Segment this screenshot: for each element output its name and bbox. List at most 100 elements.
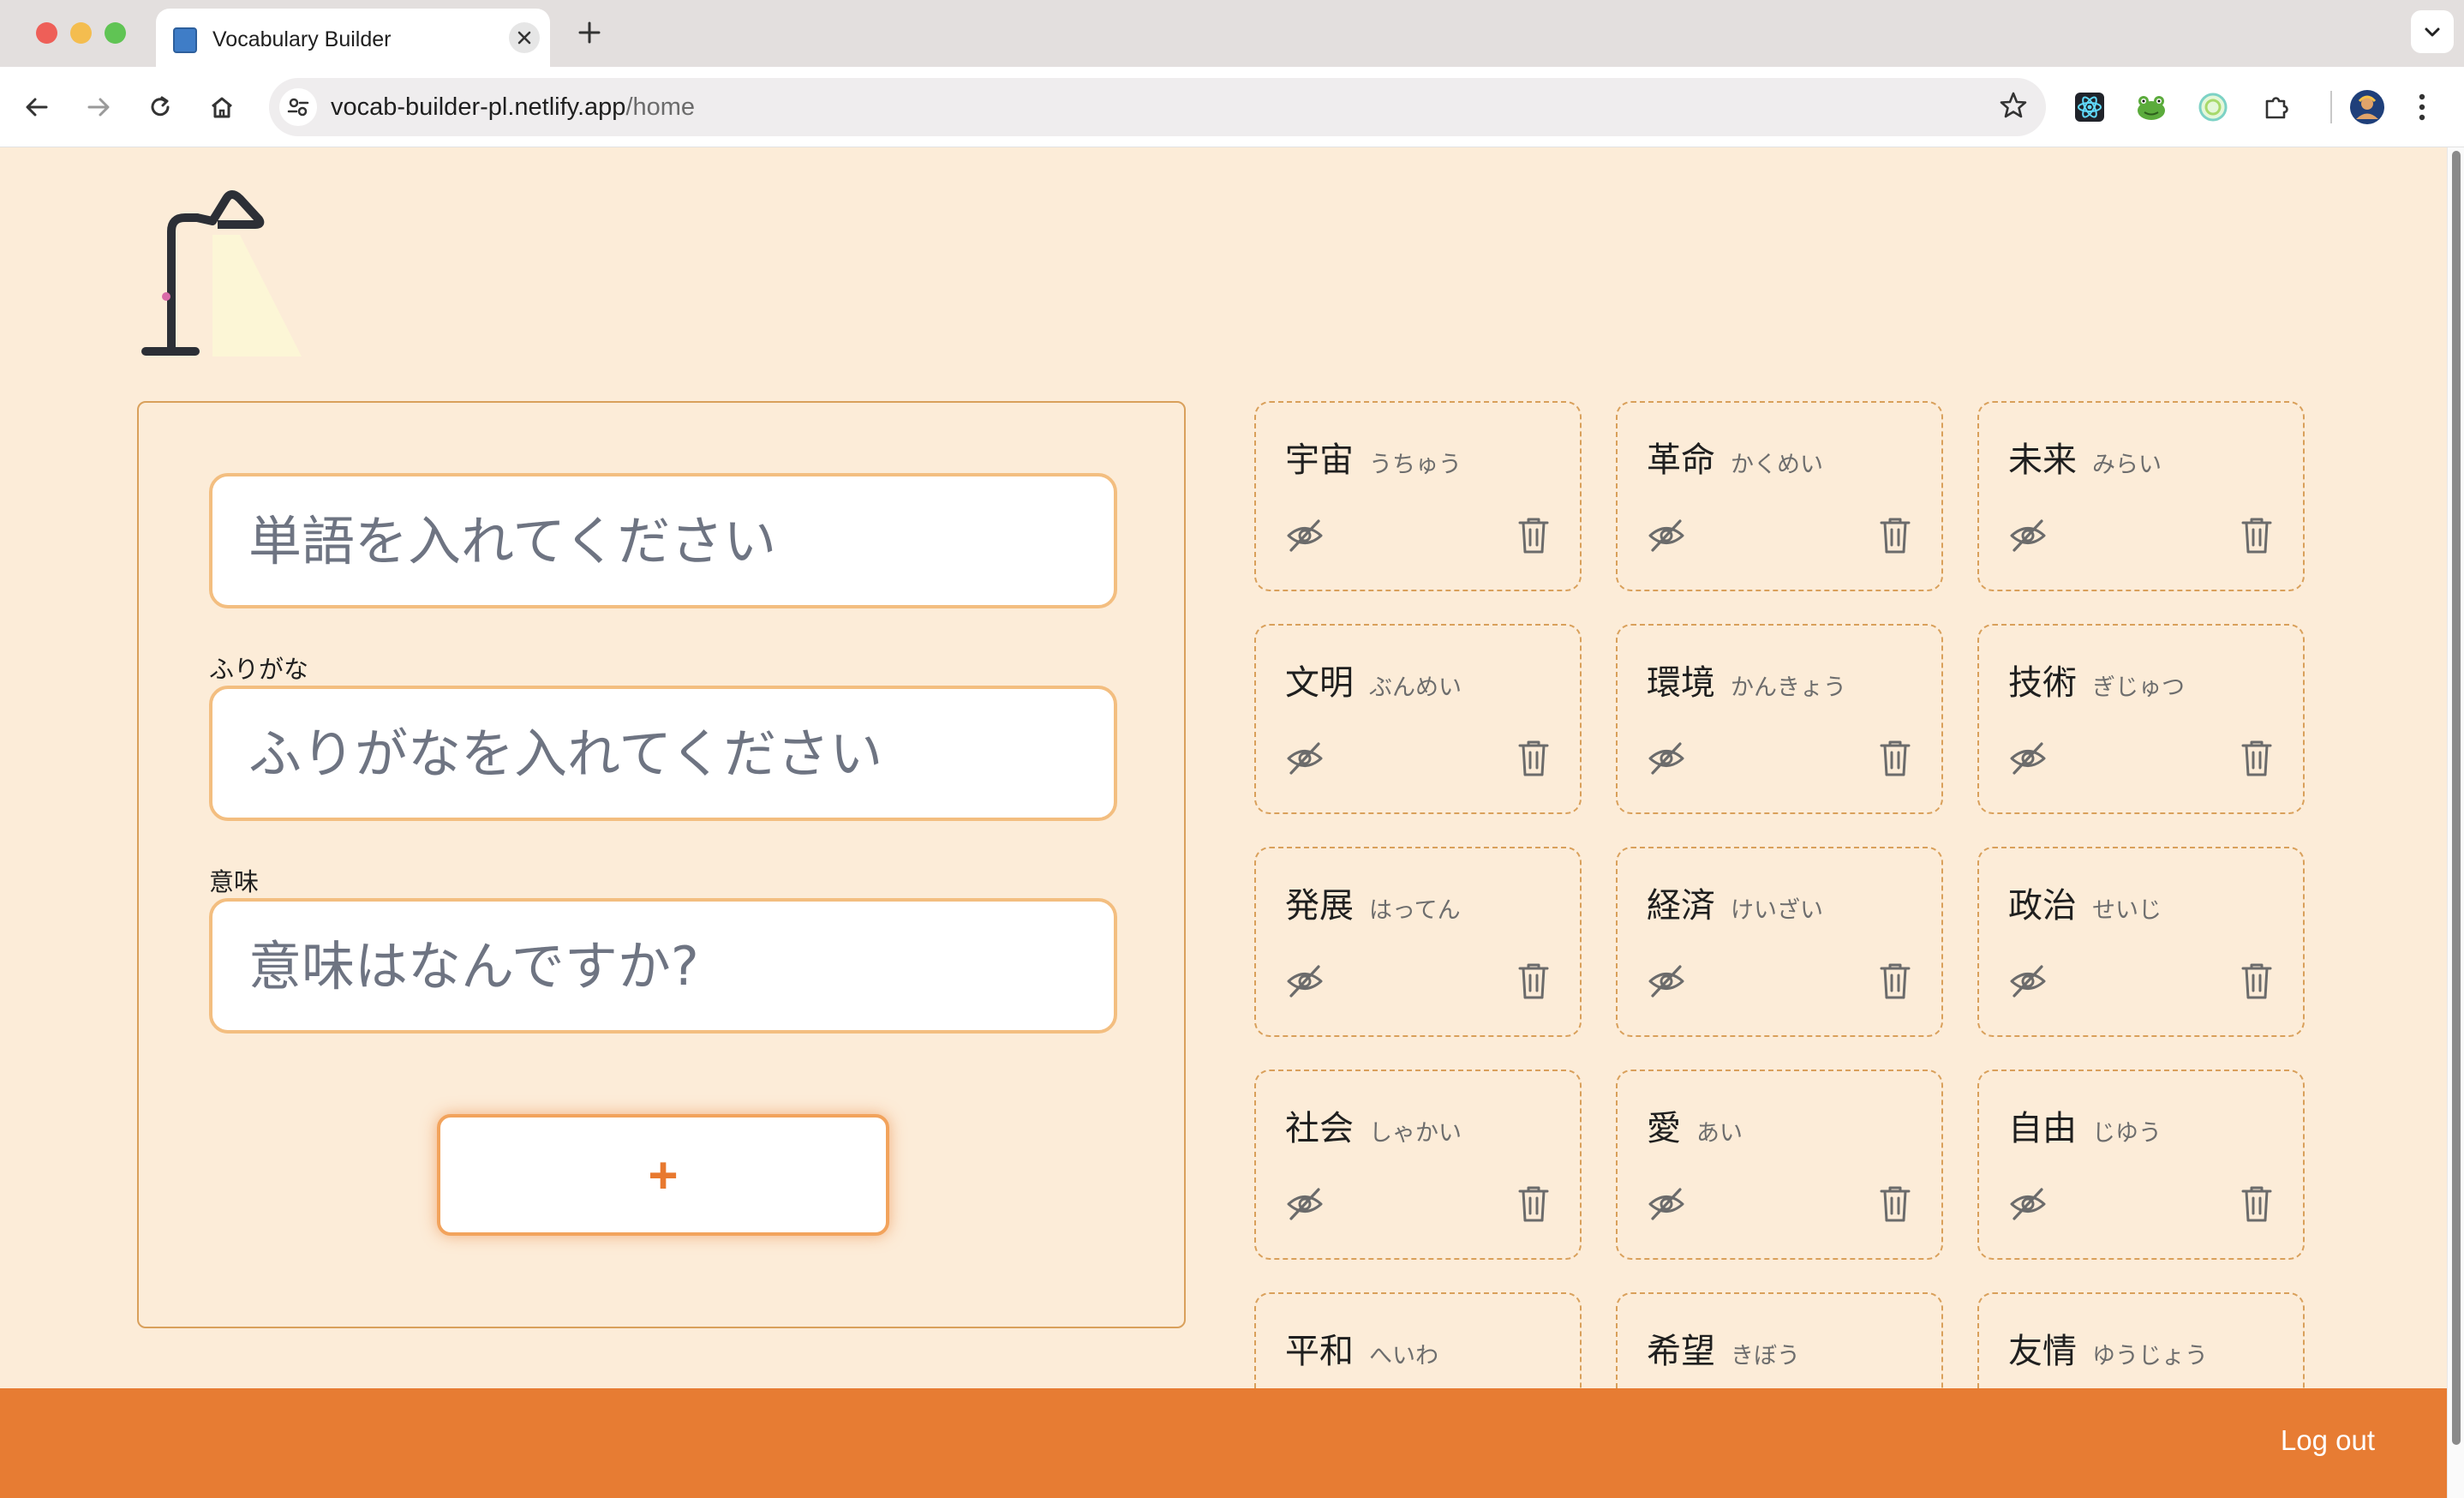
trash-icon[interactable]	[2238, 960, 2276, 1001]
card-reading: ぎじゅつ	[2092, 674, 2185, 701]
card-reading: みらい	[2092, 451, 2162, 478]
trash-icon[interactable]	[2238, 737, 2276, 778]
scrollbar-thumb[interactable]	[2452, 151, 2461, 1445]
word-card[interactable]: 発展 はってん	[1254, 847, 1582, 1037]
home-button[interactable]	[202, 87, 242, 127]
word-card[interactable]: 政治 せいじ	[1977, 847, 2305, 1037]
puzzle-icon	[2265, 97, 2288, 119]
trash-icon[interactable]	[2238, 514, 2276, 555]
eye-off-icon[interactable]	[1647, 739, 1686, 778]
eye-off-icon[interactable]	[2008, 962, 2048, 1001]
word-card[interactable]: 社会 しゃかい	[1254, 1070, 1582, 1260]
home-icon	[212, 97, 232, 118]
word-card[interactable]: 革命 かくめい	[1616, 401, 1943, 591]
page-scrollbar[interactable]	[2447, 147, 2464, 1498]
word-card[interactable]: 経済 けいざい	[1616, 847, 1943, 1037]
frog-icon	[2138, 96, 2165, 120]
card-word: 宇宙 うちゅう	[1285, 432, 1462, 482]
eye-off-icon[interactable]	[2008, 1184, 2048, 1224]
word-input[interactable]	[209, 473, 1117, 608]
card-reading: じゆう	[2092, 1119, 2162, 1147]
trash-icon[interactable]	[1515, 1183, 1552, 1224]
tab-search-button[interactable]	[2411, 10, 2454, 53]
card-word-text: 環境	[1647, 663, 1715, 703]
word-card[interactable]: 未来 みらい	[1977, 401, 2305, 591]
card-reading: かんきょう	[1731, 674, 1846, 701]
lamp-logo-icon	[141, 190, 302, 357]
trash-icon[interactable]	[1876, 514, 1914, 555]
trash-icon[interactable]	[1876, 960, 1914, 1001]
address-bar[interactable]: vocab-builder-pl.netlify.app/home	[269, 78, 2046, 136]
card-word-text: 革命	[1647, 440, 1715, 480]
card-word-text: 宇宙	[1285, 440, 1354, 480]
card-reading: あい	[1696, 1119, 1743, 1147]
forward-button[interactable]	[79, 87, 118, 127]
card-word-text: 経済	[1647, 886, 1715, 926]
timer-extension[interactable]	[2193, 87, 2233, 127]
toolbar-separator	[2330, 91, 2332, 123]
word-card[interactable]: 宇宙 うちゅう	[1254, 401, 1582, 591]
word-card[interactable]: 文明 ぶんめい	[1254, 624, 1582, 814]
word-card[interactable]: 愛あい	[1616, 1070, 1943, 1260]
logout-button[interactable]: Log out	[2281, 1424, 2375, 1457]
profile-button[interactable]	[2347, 87, 2387, 127]
reload-icon	[151, 96, 170, 117]
card-reading: かくめい	[1731, 451, 1823, 478]
book-icon	[173, 27, 197, 53]
trash-icon[interactable]	[1876, 737, 1914, 778]
avatar	[2350, 90, 2384, 124]
maximize-window-button[interactable]	[105, 22, 126, 44]
browser-menu-button[interactable]	[2409, 87, 2435, 127]
reload-button[interactable]	[141, 87, 180, 127]
url-text[interactable]: vocab-builder-pl.netlify.app/home	[331, 93, 695, 122]
bookmark-button[interactable]	[1998, 90, 2029, 125]
new-tab-button[interactable]	[569, 12, 610, 53]
frog-extension[interactable]	[2132, 87, 2171, 127]
meaning-label: 意味	[209, 869, 260, 896]
back-button[interactable]	[17, 87, 57, 127]
trash-icon[interactable]	[2238, 1183, 2276, 1224]
card-word: 希望 きぼう	[1647, 1323, 1800, 1373]
card-reading: ぶんめい	[1369, 674, 1462, 701]
card-word: 平和 へいわ	[1285, 1323, 1438, 1373]
eye-off-icon[interactable]	[1285, 962, 1325, 1001]
extensions-button[interactable]	[2257, 87, 2296, 127]
trash-icon[interactable]	[1515, 737, 1552, 778]
eye-off-icon[interactable]	[1285, 1184, 1325, 1224]
plus-icon: +	[648, 1146, 679, 1204]
card-word-text: 文明	[1285, 663, 1354, 703]
card-reading: ゆうじょう	[2092, 1342, 2208, 1369]
eye-off-icon[interactable]	[1285, 739, 1325, 778]
word-card[interactable]: 自由 じゆう	[1977, 1070, 2305, 1260]
trash-icon[interactable]	[1515, 514, 1552, 555]
react-devtools-extension[interactable]	[2070, 87, 2109, 127]
eye-off-icon[interactable]	[2008, 516, 2048, 555]
card-word: 社会 しゃかい	[1285, 1100, 1462, 1150]
card-word-text: 愛	[1647, 1109, 1681, 1148]
word-card[interactable]: 技術 ぎじゅつ	[1977, 624, 2305, 814]
minimize-window-button[interactable]	[70, 22, 92, 44]
browser-toolbar: vocab-builder-pl.netlify.app/home	[0, 67, 2464, 147]
react-icon	[2075, 93, 2104, 122]
close-window-button[interactable]	[36, 22, 57, 44]
site-info-button[interactable]	[279, 88, 317, 126]
trash-icon[interactable]	[1515, 960, 1552, 1001]
word-card[interactable]: 環境 かんきょう	[1616, 624, 1943, 814]
arrow-left-icon	[26, 98, 48, 117]
eye-off-icon[interactable]	[2008, 739, 2048, 778]
browser-tab[interactable]: Vocabulary Builder	[156, 9, 550, 67]
add-word-button[interactable]: +	[437, 1114, 889, 1236]
trash-icon[interactable]	[1876, 1183, 1914, 1224]
tab-close-button[interactable]	[509, 22, 540, 53]
eye-off-icon[interactable]	[1647, 516, 1686, 555]
reading-input[interactable]	[209, 686, 1117, 821]
card-reading: はってん	[1369, 896, 1461, 924]
card-word: 革命 かくめい	[1647, 432, 1823, 482]
eye-off-icon[interactable]	[1285, 516, 1325, 555]
eye-off-icon[interactable]	[1647, 962, 1686, 1001]
eye-off-icon[interactable]	[1647, 1184, 1686, 1224]
card-word: 環境 かんきょう	[1647, 655, 1846, 704]
card-word: 自由 じゆう	[2008, 1100, 2162, 1150]
meaning-input[interactable]	[209, 898, 1117, 1034]
card-word-text: 未来	[2008, 440, 2077, 480]
